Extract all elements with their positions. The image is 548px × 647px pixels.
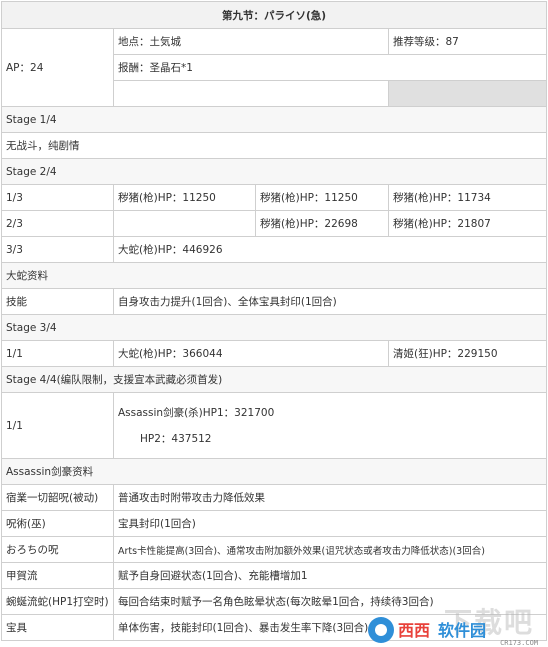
location: 地点：土気城	[113, 28, 389, 55]
gray-cell	[387, 80, 548, 107]
table-row: 2/3 秽猪(枪)HP：22698 秽猪(枪)HP：21807	[1, 210, 548, 237]
assassin-info-label: Assassin剑豪资料	[0, 458, 548, 485]
recommended-level: 推荐等级：87	[387, 28, 548, 55]
enemy-hp: 秽猪(枪)HP：22698	[255, 210, 389, 237]
ap-cost: AP：24	[1, 28, 114, 107]
skill-value: 每回合结束时赋予一名角色眩晕状态(每次眩晕1回合，持续待3回合)	[112, 588, 548, 615]
enemy-hp: 秽猪(枪)HP：21807	[387, 210, 548, 237]
table-row: おろちの呪 Arts卡性能提高(3回合)、通常攻击附加额外效果(诅咒状态或者攻击…	[1, 536, 548, 563]
stage-guide-table: 第九节：パライソ(急) AP：24 地点：土気城 推荐等级：87 报酬：圣晶石*…	[0, 1, 548, 641]
enemy-hp: 秽猪(枪)HP：11734	[387, 184, 548, 211]
skill-key: 宝具	[1, 614, 114, 641]
skill-value: 赋予自身回避状态(1回合)、充能槽增加1	[112, 562, 548, 589]
skill-key: 蜿蜒流蛇(HP1打空时)	[1, 588, 114, 615]
section-title: 第九节：パライソ(急)	[0, 1, 548, 29]
skill-key: おろちの呪	[1, 536, 114, 563]
snake-info-label: 大蛇资料	[0, 262, 548, 289]
table-row: 1/3 秽猪(枪)HP：11250 秽猪(枪)HP：11250 秽猪(枪)HP：…	[1, 184, 548, 211]
wave-label: 1/1	[1, 340, 114, 367]
table-row: 蜿蜒流蛇(HP1打空时) 每回合结束时赋予一名角色眩晕状态(每次眩晕1回合，持续…	[1, 588, 548, 615]
enemy-hp: 清姬(狂)HP：229150	[387, 340, 548, 367]
enemy-hp: 大蛇(枪)HP：366044	[113, 340, 389, 367]
boss-hp: Assassin剑豪(杀)HP1：321700 HP2：437512	[112, 392, 548, 459]
skill-value: 自身攻击力提升(1回合)、全体宝具封印(1回合)	[112, 288, 548, 315]
table-row: 甲賀流 赋予自身回避状态(1回合)、充能槽增加1	[1, 562, 548, 589]
enemy-hp: 秽猪(枪)HP：11250	[113, 184, 256, 211]
reward: 报酬：圣晶石*1	[112, 54, 548, 81]
empty-cell	[113, 80, 389, 107]
wave-label: 3/3	[1, 236, 114, 263]
stage-3-label: Stage 3/4	[0, 314, 548, 341]
skill-key: 呪術(巫)	[1, 510, 114, 537]
enemy-hp	[113, 210, 256, 237]
boss-hp1: Assassin剑豪(杀)HP1：321700	[118, 406, 275, 419]
table-row: 3/3 大蛇(枪)HP：446926	[1, 236, 548, 263]
boss-hp2: HP2：437512	[140, 432, 212, 445]
skill-key: 甲賀流	[1, 562, 114, 589]
table-row: 1/1 大蛇(枪)HP：366044 清姬(狂)HP：229150	[1, 340, 548, 367]
stage-2-label: Stage 2/4	[0, 158, 548, 185]
table-row: 技能 自身攻击力提升(1回合)、全体宝具封印(1回合)	[1, 288, 548, 315]
stage-1-note: 无战斗，纯剧情	[0, 132, 548, 159]
table-row: 宿業一切韶呪(被动) 普通攻击时附带攻击力降低效果	[1, 484, 548, 511]
enemy-hp: 大蛇(枪)HP：446926	[112, 236, 548, 263]
wave-label: 1/3	[1, 184, 114, 211]
stage-4-label: Stage 4/4(编队限制，支援宣本武藏必须首发)	[0, 366, 548, 393]
table-row: 宝具 单体伤害，技能封印(1回合)、暴击发生率下降(3回合)	[1, 614, 548, 641]
skill-value: 普通攻击时附带攻击力降低效果	[112, 484, 548, 511]
enemy-hp: 秽猪(枪)HP：11250	[255, 184, 389, 211]
skill-key: 宿業一切韶呪(被动)	[1, 484, 114, 511]
table-row: 呪術(巫) 宝具封印(1回合)	[1, 510, 548, 537]
wave-label: 1/1	[1, 392, 114, 459]
skill-key: 技能	[1, 288, 114, 315]
table-row: 1/1 Assassin剑豪(杀)HP1：321700 HP2：437512	[1, 392, 548, 459]
wave-label: 2/3	[1, 210, 114, 237]
skill-value: 单体伤害，技能封印(1回合)、暴击发生率下降(3回合)	[112, 614, 548, 641]
skill-value: Arts卡性能提高(3回合)、通常攻击附加额外效果(诅咒状态或者攻击力降低状态)…	[112, 536, 548, 563]
skill-value: 宝具封印(1回合)	[112, 510, 548, 537]
stage-1-label: Stage 1/4	[0, 106, 548, 133]
